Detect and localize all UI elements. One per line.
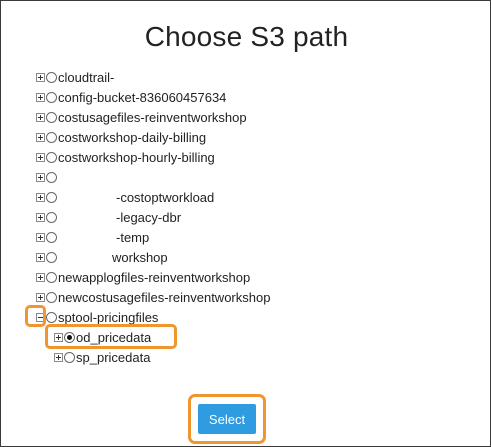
radio-button[interactable] xyxy=(46,231,57,243)
radio-button[interactable] xyxy=(46,191,57,203)
radio-button[interactable] xyxy=(46,251,57,263)
tree-item[interactable]: costusagefiles-reinventworkshop xyxy=(36,107,247,127)
tree-item-label: sp_pricedata xyxy=(76,349,151,365)
tree-item-label: -legacy-dbr xyxy=(116,209,182,225)
radio-button[interactable] xyxy=(46,71,57,83)
tree-item-label: costusagefiles-reinventworkshop xyxy=(58,109,247,125)
tree-item[interactable]: -temp xyxy=(36,227,149,247)
tree-item-label: costworkshop-daily-billing xyxy=(58,129,207,145)
tree-item-label: newcostusagefiles-reinventworkshop xyxy=(58,289,271,305)
radio-button[interactable] xyxy=(46,171,57,183)
radio-button[interactable] xyxy=(46,271,57,283)
radio-button[interactable] xyxy=(46,211,57,223)
tree-item-label: -costoptworkload xyxy=(116,189,215,205)
tree-item-label: newapplogfiles-reinventworkshop xyxy=(58,269,251,285)
dialog-frame: Choose S3 path cloudtrail- config-bucket… xyxy=(0,0,491,447)
tree-item[interactable]: workshop xyxy=(36,247,168,267)
tree-item[interactable]: newcostusagefiles-reinventworkshop xyxy=(36,287,270,307)
radio-button[interactable] xyxy=(46,151,57,163)
tree-item[interactable]: costworkshop-hourly-billing xyxy=(36,147,215,167)
tree-item[interactable]: costworkshop-daily-billing xyxy=(36,127,206,147)
expand-plus-icon[interactable] xyxy=(36,152,45,162)
tree-item-label: costworkshop-hourly-billing xyxy=(58,149,215,165)
expand-plus-icon[interactable] xyxy=(36,172,45,182)
tree-item-label: sptool-pricingfiles xyxy=(58,309,159,325)
expand-plus-icon[interactable] xyxy=(36,212,45,222)
expand-plus-icon[interactable] xyxy=(36,192,45,202)
radio-button[interactable] xyxy=(46,311,57,323)
radio-button[interactable] xyxy=(46,111,57,123)
collapse-highlight xyxy=(25,305,46,327)
select-button[interactable]: Select xyxy=(198,404,256,434)
tree-item[interactable]: cloudtrail- xyxy=(36,67,114,87)
tree-item-label: cloudtrail- xyxy=(58,69,115,85)
tree-item[interactable]: -costoptworkload xyxy=(36,187,214,207)
expand-plus-icon[interactable] xyxy=(36,92,45,102)
tree-item-label: workshop xyxy=(112,249,168,265)
tree-item[interactable] xyxy=(36,167,58,187)
tree-item[interactable]: -legacy-dbr xyxy=(36,207,181,227)
expand-plus-icon[interactable] xyxy=(54,352,63,362)
tree-item[interactable]: sp_pricedata xyxy=(54,347,150,367)
expand-plus-icon[interactable] xyxy=(36,272,45,282)
expand-plus-icon[interactable] xyxy=(36,232,45,242)
radio-button[interactable] xyxy=(64,351,75,363)
tree-item[interactable]: config-bucket-836060457634 xyxy=(36,87,226,107)
tree-item-label: config-bucket-836060457634 xyxy=(58,89,227,105)
expand-plus-icon[interactable] xyxy=(36,72,45,82)
selection-highlight xyxy=(45,324,177,349)
dialog-title: Choose S3 path xyxy=(144,21,349,52)
expand-plus-icon[interactable] xyxy=(36,132,45,142)
radio-button[interactable] xyxy=(46,291,57,303)
radio-button[interactable] xyxy=(46,91,57,103)
tree-item-label: -temp xyxy=(116,229,150,245)
select-button-highlight: Select xyxy=(188,394,266,444)
expand-plus-icon[interactable] xyxy=(36,252,45,262)
radio-button[interactable] xyxy=(46,131,57,143)
expand-plus-icon[interactable] xyxy=(36,292,45,302)
expand-plus-icon[interactable] xyxy=(36,112,45,122)
tree-item[interactable]: newapplogfiles-reinventworkshop xyxy=(36,267,250,287)
